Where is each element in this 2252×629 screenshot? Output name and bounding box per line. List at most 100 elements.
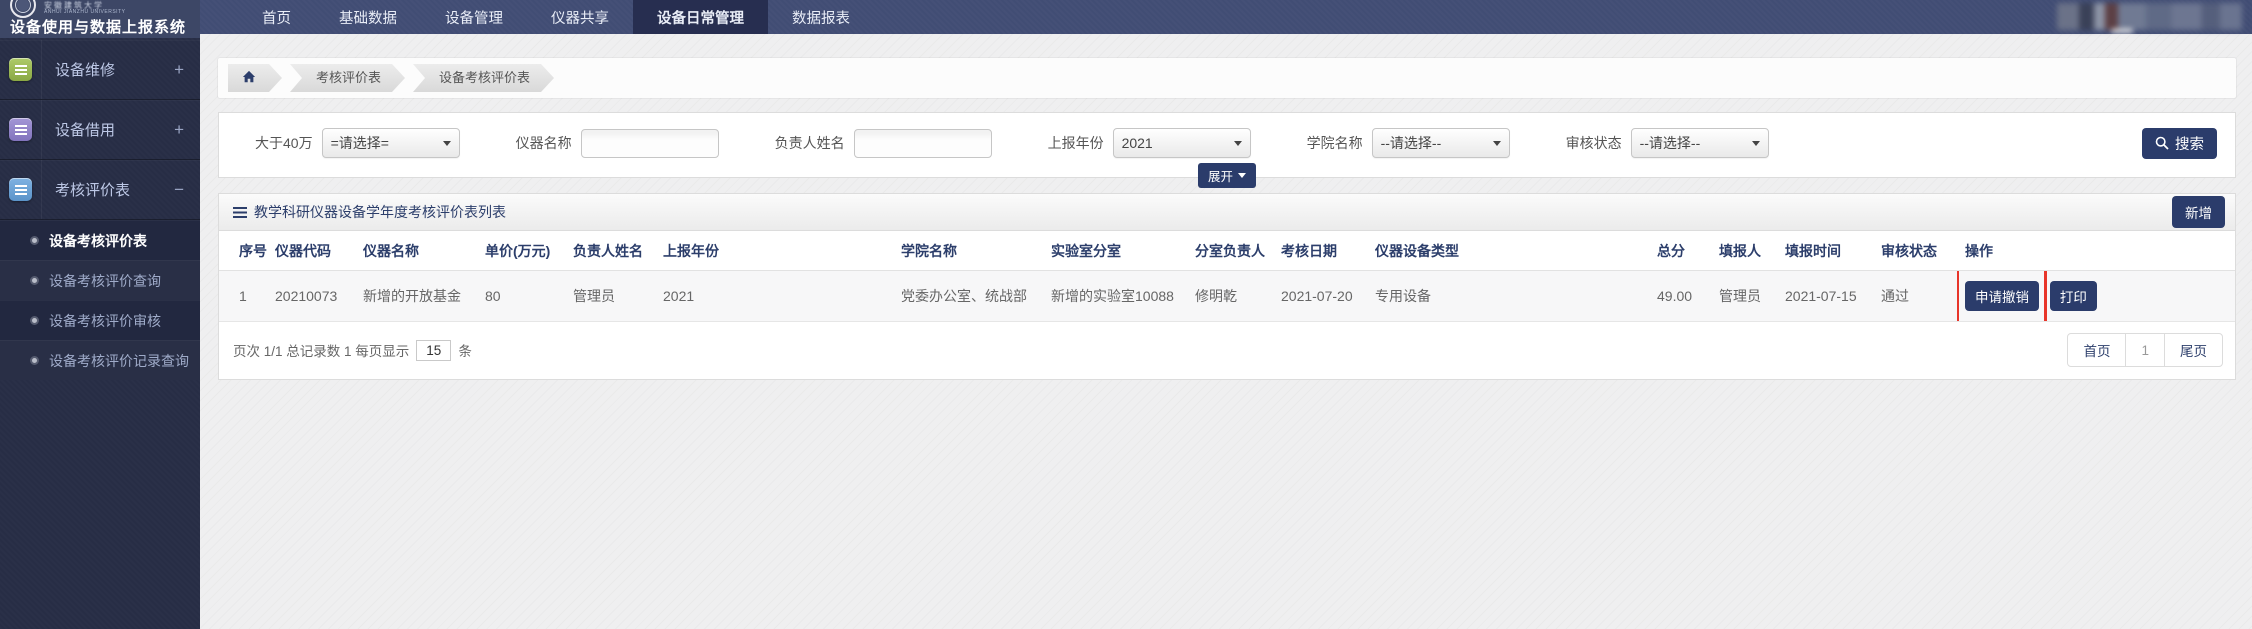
last-page-button[interactable]: 尾页 bbox=[2164, 333, 2223, 367]
device-borrow-icon bbox=[9, 118, 32, 141]
request-revoke-button[interactable]: 申请撤销 bbox=[1965, 281, 2039, 311]
user-info-redacted[interactable] bbox=[2057, 3, 2242, 30]
cell-assess-date: 2021-07-20 bbox=[1273, 271, 1367, 322]
nav-item-home[interactable]: 首页 bbox=[238, 0, 315, 34]
audit-status-select[interactable]: --请选择-- bbox=[1631, 128, 1769, 158]
nav-item-device-management[interactable]: 设备管理 bbox=[421, 0, 527, 34]
sub-item-label: 设备考核评价审核 bbox=[49, 311, 161, 331]
caret-down-icon bbox=[1493, 141, 1501, 146]
sidebar-item-device-assessment-audit[interactable]: 设备考核评价审核 bbox=[0, 300, 200, 340]
pagination-unit: 条 bbox=[458, 340, 472, 360]
cell-lab-room: 新增的实验室10088 bbox=[1043, 271, 1187, 322]
filter-label-report-year: 上报年份 bbox=[1048, 133, 1104, 153]
expand-button-label: 展开 bbox=[1208, 166, 1233, 185]
col-header: 学院名称 bbox=[893, 231, 1043, 271]
filter-panel: 大于40万 =请选择= 仪器名称 负责人姓名 上报年份 2021 学院名称 --… bbox=[218, 112, 2236, 178]
sidebar-item-device-assessment-form[interactable]: 设备考核评价表 bbox=[0, 220, 200, 260]
filter-label-audit-status: 审核状态 bbox=[1566, 133, 1622, 153]
list-icon bbox=[233, 207, 247, 218]
report-year-select[interactable]: 2021 bbox=[1113, 128, 1251, 158]
nav-item-instrument-sharing[interactable]: 仪器共享 bbox=[527, 0, 633, 34]
assessment-forms-icon bbox=[9, 178, 32, 201]
dot-icon bbox=[30, 236, 39, 245]
col-header: 仪器代码 bbox=[267, 231, 355, 271]
sidebar-item-device-assessment-record-query[interactable]: 设备考核评价记录查询 bbox=[0, 340, 200, 380]
select-value: =请选择= bbox=[331, 133, 389, 153]
nav-item-daily-device-management[interactable]: 设备日常管理 bbox=[633, 0, 768, 34]
col-header: 仪器设备类型 bbox=[1367, 231, 1649, 271]
breadcrumb-item-current[interactable]: 设备考核评价表 bbox=[413, 64, 554, 92]
nav-item-base-data[interactable]: 基础数据 bbox=[315, 0, 421, 34]
cell-index: 1 bbox=[219, 271, 267, 322]
sidebar-item-label: 设备借用 bbox=[55, 119, 115, 140]
cell-actions: 申请撤销 打印 bbox=[1957, 271, 2235, 322]
cell-total-score: 49.00 bbox=[1649, 271, 1711, 322]
col-header: 实验室分室 bbox=[1043, 231, 1187, 271]
filter-label-college-name: 学院名称 bbox=[1307, 133, 1363, 153]
cell-device-type: 专用设备 bbox=[1367, 271, 1649, 322]
col-header: 序号 bbox=[219, 231, 267, 271]
college-name-select[interactable]: --请选择-- bbox=[1372, 128, 1510, 158]
sidebar-menu: 设备维修 + 设备借用 + 考核评价表 − 设备考核评价表 设备考核评价查询 bbox=[0, 40, 200, 380]
breadcrumb: 考核评价表 设备考核评价表 bbox=[218, 58, 2236, 98]
col-header: 总分 bbox=[1649, 231, 1711, 271]
page-size-input[interactable]: 15 bbox=[416, 340, 451, 361]
sub-item-label: 设备考核评价表 bbox=[49, 231, 147, 251]
cell-instrument-code: 20210073 bbox=[267, 271, 355, 322]
col-header: 考核日期 bbox=[1273, 231, 1367, 271]
main-content: 考核评价表 设备考核评价表 大于40万 =请选择= 仪器名称 负责人姓名 上报年… bbox=[200, 34, 2252, 629]
col-header: 审核状态 bbox=[1873, 231, 1957, 271]
col-header: 操作 bbox=[1957, 231, 2235, 271]
caret-down-icon bbox=[1234, 141, 1242, 146]
sidebar-item-label: 设备维修 bbox=[55, 59, 115, 80]
university-name-cn: 安徽建筑大学 bbox=[44, 2, 192, 10]
instrument-name-input[interactable] bbox=[581, 129, 719, 158]
person-name-input[interactable] bbox=[854, 129, 992, 158]
caret-down-icon bbox=[443, 141, 451, 146]
device-repair-icon bbox=[9, 58, 32, 81]
top-nav: 首页 基础数据 设备管理 仪器共享 设备日常管理 数据报表 bbox=[200, 0, 2252, 34]
caret-down-icon bbox=[1238, 173, 1246, 178]
logo-block: 安徽建筑大学 ANHUI JIANZHU UNIVERSITY 设备使用与数据上… bbox=[0, 0, 200, 38]
breadcrumb-item[interactable]: 考核评价表 bbox=[290, 64, 405, 92]
filter-label-instrument-name: 仪器名称 bbox=[516, 133, 572, 153]
panel-title: 教学科研仪器设备学年度考核评价表列表 bbox=[254, 202, 506, 222]
search-button-label: 搜索 bbox=[2175, 133, 2204, 154]
plus-icon: + bbox=[174, 60, 184, 80]
dot-icon bbox=[30, 276, 39, 285]
university-name-en: ANHUI JIANZHU UNIVERSITY bbox=[44, 10, 192, 15]
first-page-button[interactable]: 首页 bbox=[2067, 333, 2126, 367]
breadcrumb-home[interactable] bbox=[228, 64, 282, 92]
cell-report-year: 2021 bbox=[655, 271, 893, 322]
filter-label-person-name: 负责人姓名 bbox=[775, 133, 845, 153]
system-title: 设备使用与数据上报系统 bbox=[10, 16, 192, 37]
col-header: 填报时间 bbox=[1777, 231, 1873, 271]
sidebar-item-device-assessment-query[interactable]: 设备考核评价查询 bbox=[0, 260, 200, 300]
over-40w-select[interactable]: =请选择= bbox=[322, 128, 460, 158]
search-icon bbox=[2155, 136, 2169, 150]
expand-filters-button[interactable]: 展开 bbox=[1198, 163, 1256, 188]
cell-college-name: 党委办公室、统战部 bbox=[893, 271, 1043, 322]
cell-filler: 管理员 bbox=[1711, 271, 1777, 322]
col-header: 仪器名称 bbox=[355, 231, 477, 271]
filter-label-over-40w: 大于40万 bbox=[255, 133, 313, 153]
table-header-row: 序号 仪器代码 仪器名称 单价(万元) 负责人姓名 上报年份 学院名称 实验室分… bbox=[219, 231, 2235, 271]
search-button[interactable]: 搜索 bbox=[2142, 128, 2217, 159]
sub-item-label: 设备考核评价记录查询 bbox=[49, 351, 189, 371]
sidebar-item-label: 考核评价表 bbox=[55, 179, 130, 200]
sidebar-submenu: 设备考核评价表 设备考核评价查询 设备考核评价审核 设备考核评价记录查询 bbox=[0, 220, 200, 380]
nav-item-data-reports[interactable]: 数据报表 bbox=[768, 0, 874, 34]
sidebar-item-device-borrow[interactable]: 设备借用 + bbox=[0, 100, 200, 160]
pagination-summary: 页次 1/1 总记录数 1 每页显示 bbox=[233, 340, 409, 360]
add-button[interactable]: 新增 bbox=[2172, 196, 2225, 228]
table-row: 1 20210073 新增的开放基金 80 管理员 2021 党委办公室、统战部… bbox=[219, 271, 2235, 322]
col-header: 填报人 bbox=[1711, 231, 1777, 271]
cell-instrument-name: 新增的开放基金 bbox=[355, 271, 477, 322]
minus-icon: − bbox=[174, 180, 184, 200]
sidebar-item-device-repair[interactable]: 设备维修 + bbox=[0, 40, 200, 100]
print-button[interactable]: 打印 bbox=[2050, 281, 2097, 311]
select-value: 2021 bbox=[1122, 135, 1153, 151]
sidebar-item-assessment-forms[interactable]: 考核评价表 − bbox=[0, 160, 200, 220]
page-number-button[interactable]: 1 bbox=[2125, 333, 2165, 367]
assessment-table-panel: 教学科研仪器设备学年度考核评价表列表 新增 序号 仪器代码 仪器名称 单价(万元… bbox=[218, 193, 2236, 380]
